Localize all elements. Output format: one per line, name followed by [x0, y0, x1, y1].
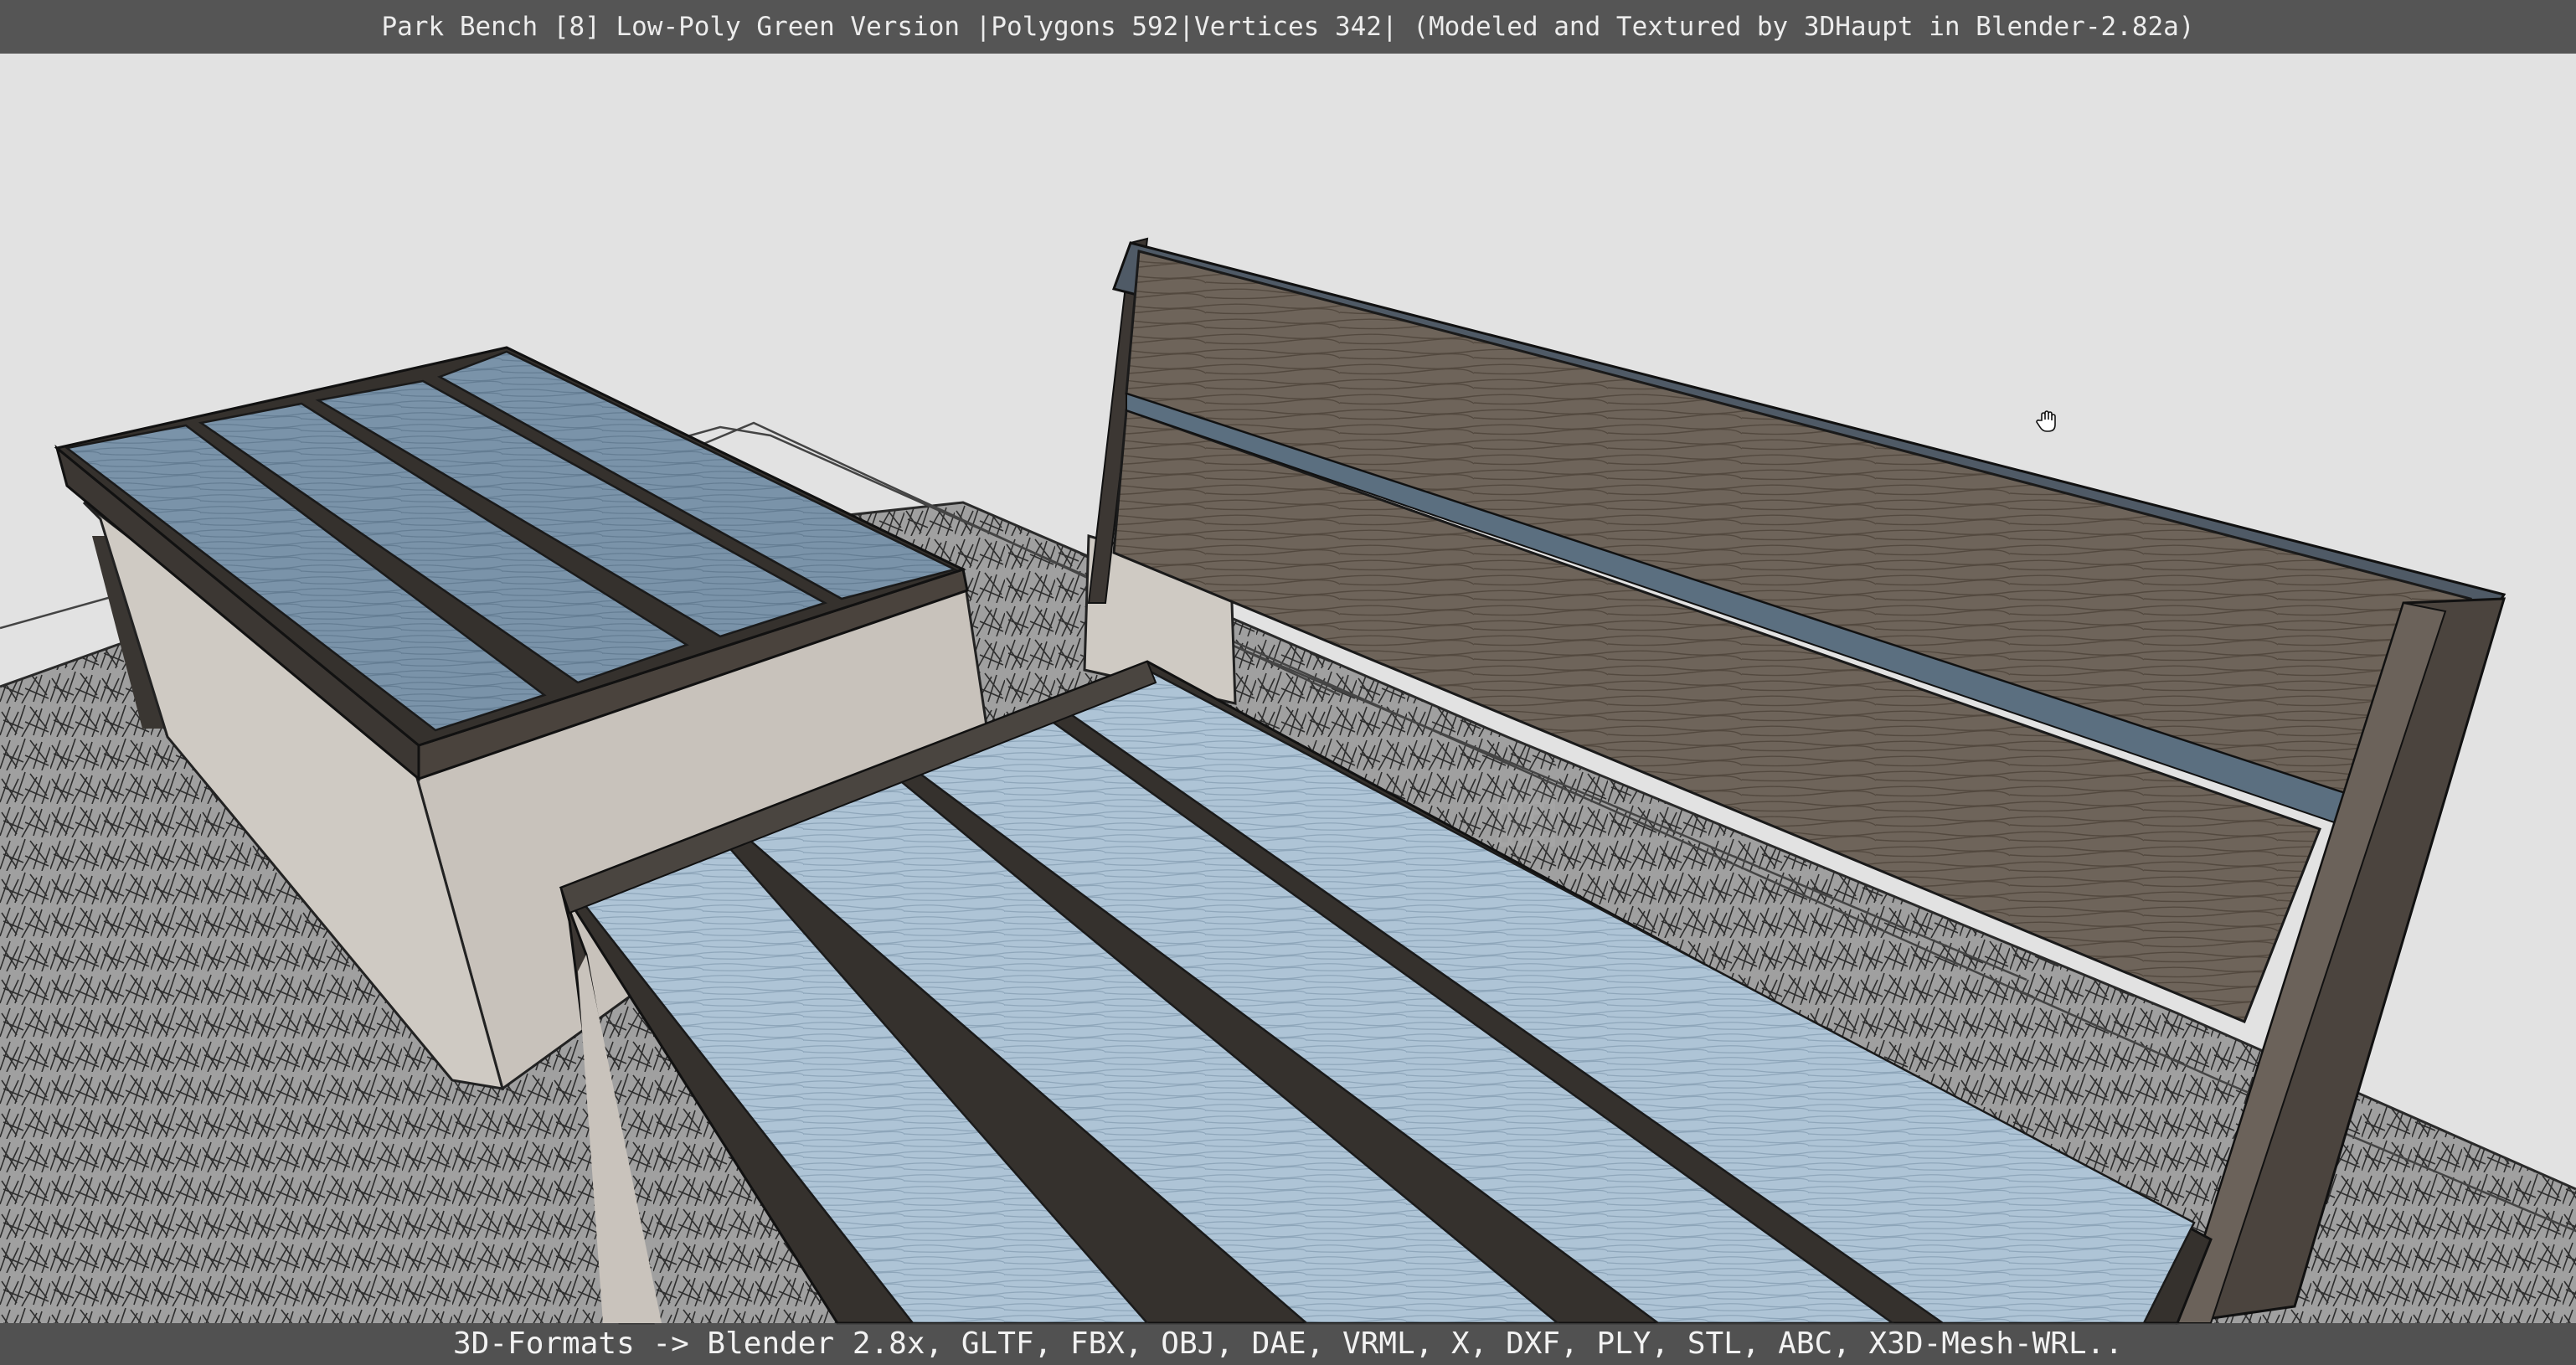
model-title: Park Bench [8] Low-Poly Green Version |P…: [381, 12, 2195, 42]
model-title-bar: Park Bench [8] Low-Poly Green Version |P…: [0, 0, 2576, 54]
3d-viewport[interactable]: Park Bench [8] Low-Poly Green Version |P…: [0, 0, 2576, 1365]
formats-footer-bar: 3D-Formats -> Blender 2.8x, GLTF, FBX, O…: [0, 1323, 2576, 1365]
hand-grab-icon: [2035, 409, 2060, 434]
bench-scene[interactable]: ▦: [0, 0, 2576, 1365]
watermark-mark: ▦: [1491, 768, 1562, 856]
formats-text: 3D-Formats -> Blender 2.8x, GLTF, FBX, O…: [453, 1326, 2123, 1361]
